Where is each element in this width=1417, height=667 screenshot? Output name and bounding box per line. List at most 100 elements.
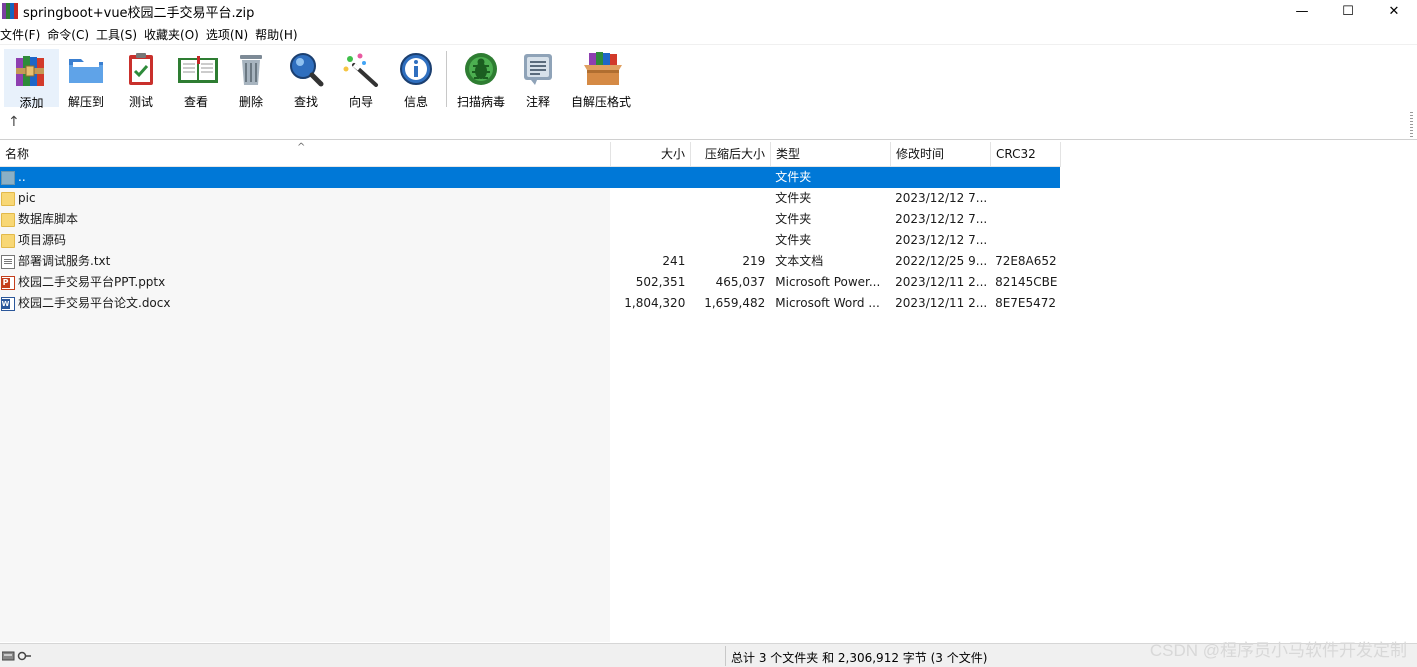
file-name: 数据库脚本 xyxy=(18,212,79,226)
view-button[interactable]: 查看 xyxy=(173,49,219,109)
column-modified[interactable]: 修改时间 xyxy=(891,142,991,167)
info-label: 信息 xyxy=(403,95,428,109)
info-button[interactable]: 信息 xyxy=(395,49,437,109)
text-file-icon xyxy=(1,254,15,269)
file-size: 241 xyxy=(662,254,686,268)
drive-key-icon[interactable] xyxy=(1,650,32,662)
file-modified: 2023/12/12 7... xyxy=(895,191,988,205)
file-modified: 2023/12/11 2... xyxy=(895,275,988,289)
folder-icon xyxy=(1,191,15,206)
toolbar-grip[interactable] xyxy=(1410,112,1413,138)
maximize-button[interactable]: ☐ xyxy=(1325,0,1371,22)
file-crc xyxy=(990,230,1060,251)
word-file-icon xyxy=(1,296,15,311)
delete-button[interactable]: 删除 xyxy=(230,49,272,109)
file-name: 校园二手交易平台论文.docx xyxy=(18,296,171,310)
column-name[interactable]: 名称 ^ xyxy=(0,142,611,167)
file-modified: 2023/12/12 7... xyxy=(895,233,988,247)
file-name: .. xyxy=(18,170,26,184)
up-folder-icon[interactable]: ↑ xyxy=(8,114,20,130)
file-type: 文本文档 xyxy=(775,254,824,268)
folder-icon xyxy=(1,212,15,227)
table-row[interactable]: 校园二手交易平台PPT.pptx 502,351 465,037 Microso… xyxy=(0,272,1060,293)
sfx-button[interactable]: 自解压格式 xyxy=(570,49,632,109)
file-type: 文件夹 xyxy=(775,191,812,205)
file-crc xyxy=(990,167,1060,188)
menu-help[interactable]: 帮助(H) xyxy=(255,26,304,43)
column-type[interactable]: 类型 xyxy=(771,142,891,167)
virus-bug-icon xyxy=(462,51,500,87)
file-modified: 2023/12/12 7... xyxy=(895,212,988,226)
folder-up-icon xyxy=(1,170,15,185)
sfx-box-icon xyxy=(582,51,622,87)
menu-favorites[interactable]: 收藏夹(O) xyxy=(144,26,206,43)
info-circle-icon xyxy=(397,51,435,87)
open-book-icon xyxy=(177,51,218,87)
table-row[interactable]: .. 文件夹 xyxy=(0,167,1060,188)
extract-to-label: 解压到 xyxy=(67,95,104,109)
menu-options[interactable]: 选项(N) xyxy=(206,26,255,43)
delete-label: 删除 xyxy=(238,95,263,109)
comment-note-icon xyxy=(519,51,557,87)
folder-extract-icon xyxy=(67,51,105,87)
column-header: 名称 ^ 大小 压缩后大小 类型 修改时间 CRC32 xyxy=(0,142,1061,167)
menu-commands[interactable]: 命令(C) xyxy=(47,26,96,43)
archive-books-icon xyxy=(13,52,51,88)
file-size: 1,804,320 xyxy=(624,296,686,310)
table-row[interactable]: 项目源码 文件夹 2023/12/12 7... xyxy=(0,230,1060,251)
window-title: springboot+vue校园二手交易平台.zip xyxy=(23,5,255,21)
minimize-button[interactable]: — xyxy=(1279,0,1325,22)
wizard-button[interactable]: 向导 xyxy=(340,49,382,109)
table-row[interactable]: 部署调试服务.txt 241 219 文本文档 2022/12/25 9... … xyxy=(0,251,1060,272)
csdn-watermark: CSDN @程序员小马软件开发定制 xyxy=(1149,641,1407,660)
file-crc xyxy=(990,188,1060,209)
file-packed-size: 465,037 xyxy=(715,275,766,289)
column-packed[interactable]: 压缩后大小 xyxy=(691,142,771,167)
file-packed-size xyxy=(690,167,770,188)
comment-button[interactable]: 注释 xyxy=(517,49,559,109)
file-type: 文件夹 xyxy=(775,170,812,184)
add-button[interactable]: 添加 xyxy=(4,49,59,110)
add-label: 添加 xyxy=(19,96,44,110)
virus-scan-label: 扫描病毒 xyxy=(456,95,505,109)
file-size xyxy=(610,230,690,251)
file-type: 文件夹 xyxy=(775,233,812,247)
extract-to-button[interactable]: 解压到 xyxy=(62,49,110,109)
powerpoint-file-icon xyxy=(1,275,15,290)
file-name: 部署调试服务.txt xyxy=(18,254,111,268)
find-button[interactable]: 查找 xyxy=(285,49,327,109)
trash-can-icon xyxy=(232,51,270,87)
column-crc[interactable]: CRC32 xyxy=(991,142,1061,167)
file-type: 文件夹 xyxy=(775,212,812,226)
comment-label: 注释 xyxy=(525,95,550,109)
status-separator xyxy=(725,646,726,666)
folder-icon xyxy=(1,233,15,248)
file-crc: 72E8A652 xyxy=(995,254,1057,268)
file-modified xyxy=(890,167,990,188)
menu-bar: 文件(F) 命令(C) 工具(S) 收藏夹(O) 选项(N) 帮助(H) xyxy=(0,24,305,44)
close-button[interactable]: ✕ xyxy=(1371,0,1417,22)
wizard-label: 向导 xyxy=(348,95,373,109)
file-packed-size xyxy=(690,230,770,251)
file-crc xyxy=(990,209,1060,230)
menu-tools[interactable]: 工具(S) xyxy=(96,26,144,43)
table-row[interactable]: 校园二手交易平台论文.docx 1,804,320 1,659,482 Micr… xyxy=(0,293,1060,314)
file-modified: 2023/12/11 2... xyxy=(895,296,988,310)
table-row[interactable]: 数据库脚本 文件夹 2023/12/12 7... xyxy=(0,209,1060,230)
column-name-label: 名称 xyxy=(5,147,30,161)
toolbar: 添加 解压到 测试 查看 删除 查找 向导 信息 扫描病毒 注释 自解压格式 xyxy=(0,44,1417,110)
table-row[interactable]: pic 文件夹 2023/12/12 7... xyxy=(0,188,1060,209)
column-size[interactable]: 大小 xyxy=(611,142,691,167)
virus-scan-button[interactable]: 扫描病毒 xyxy=(455,49,507,109)
sfx-label: 自解压格式 xyxy=(570,95,631,109)
file-type: Microsoft Power... xyxy=(775,275,881,289)
test-button[interactable]: 测试 xyxy=(120,49,162,109)
file-packed-size xyxy=(690,209,770,230)
file-list: 名称 ^ 大小 压缩后大小 类型 修改时间 CRC32 .. 文件夹 pic 文… xyxy=(0,142,1417,642)
magic-wand-icon xyxy=(342,51,380,87)
menu-file[interactable]: 文件(F) xyxy=(0,26,47,43)
address-bar: ↑ xyxy=(0,110,1417,140)
winrar-app-icon[interactable] xyxy=(2,3,18,19)
file-crc: 8E7E5472 xyxy=(995,296,1057,310)
toolbar-separator xyxy=(446,51,447,107)
